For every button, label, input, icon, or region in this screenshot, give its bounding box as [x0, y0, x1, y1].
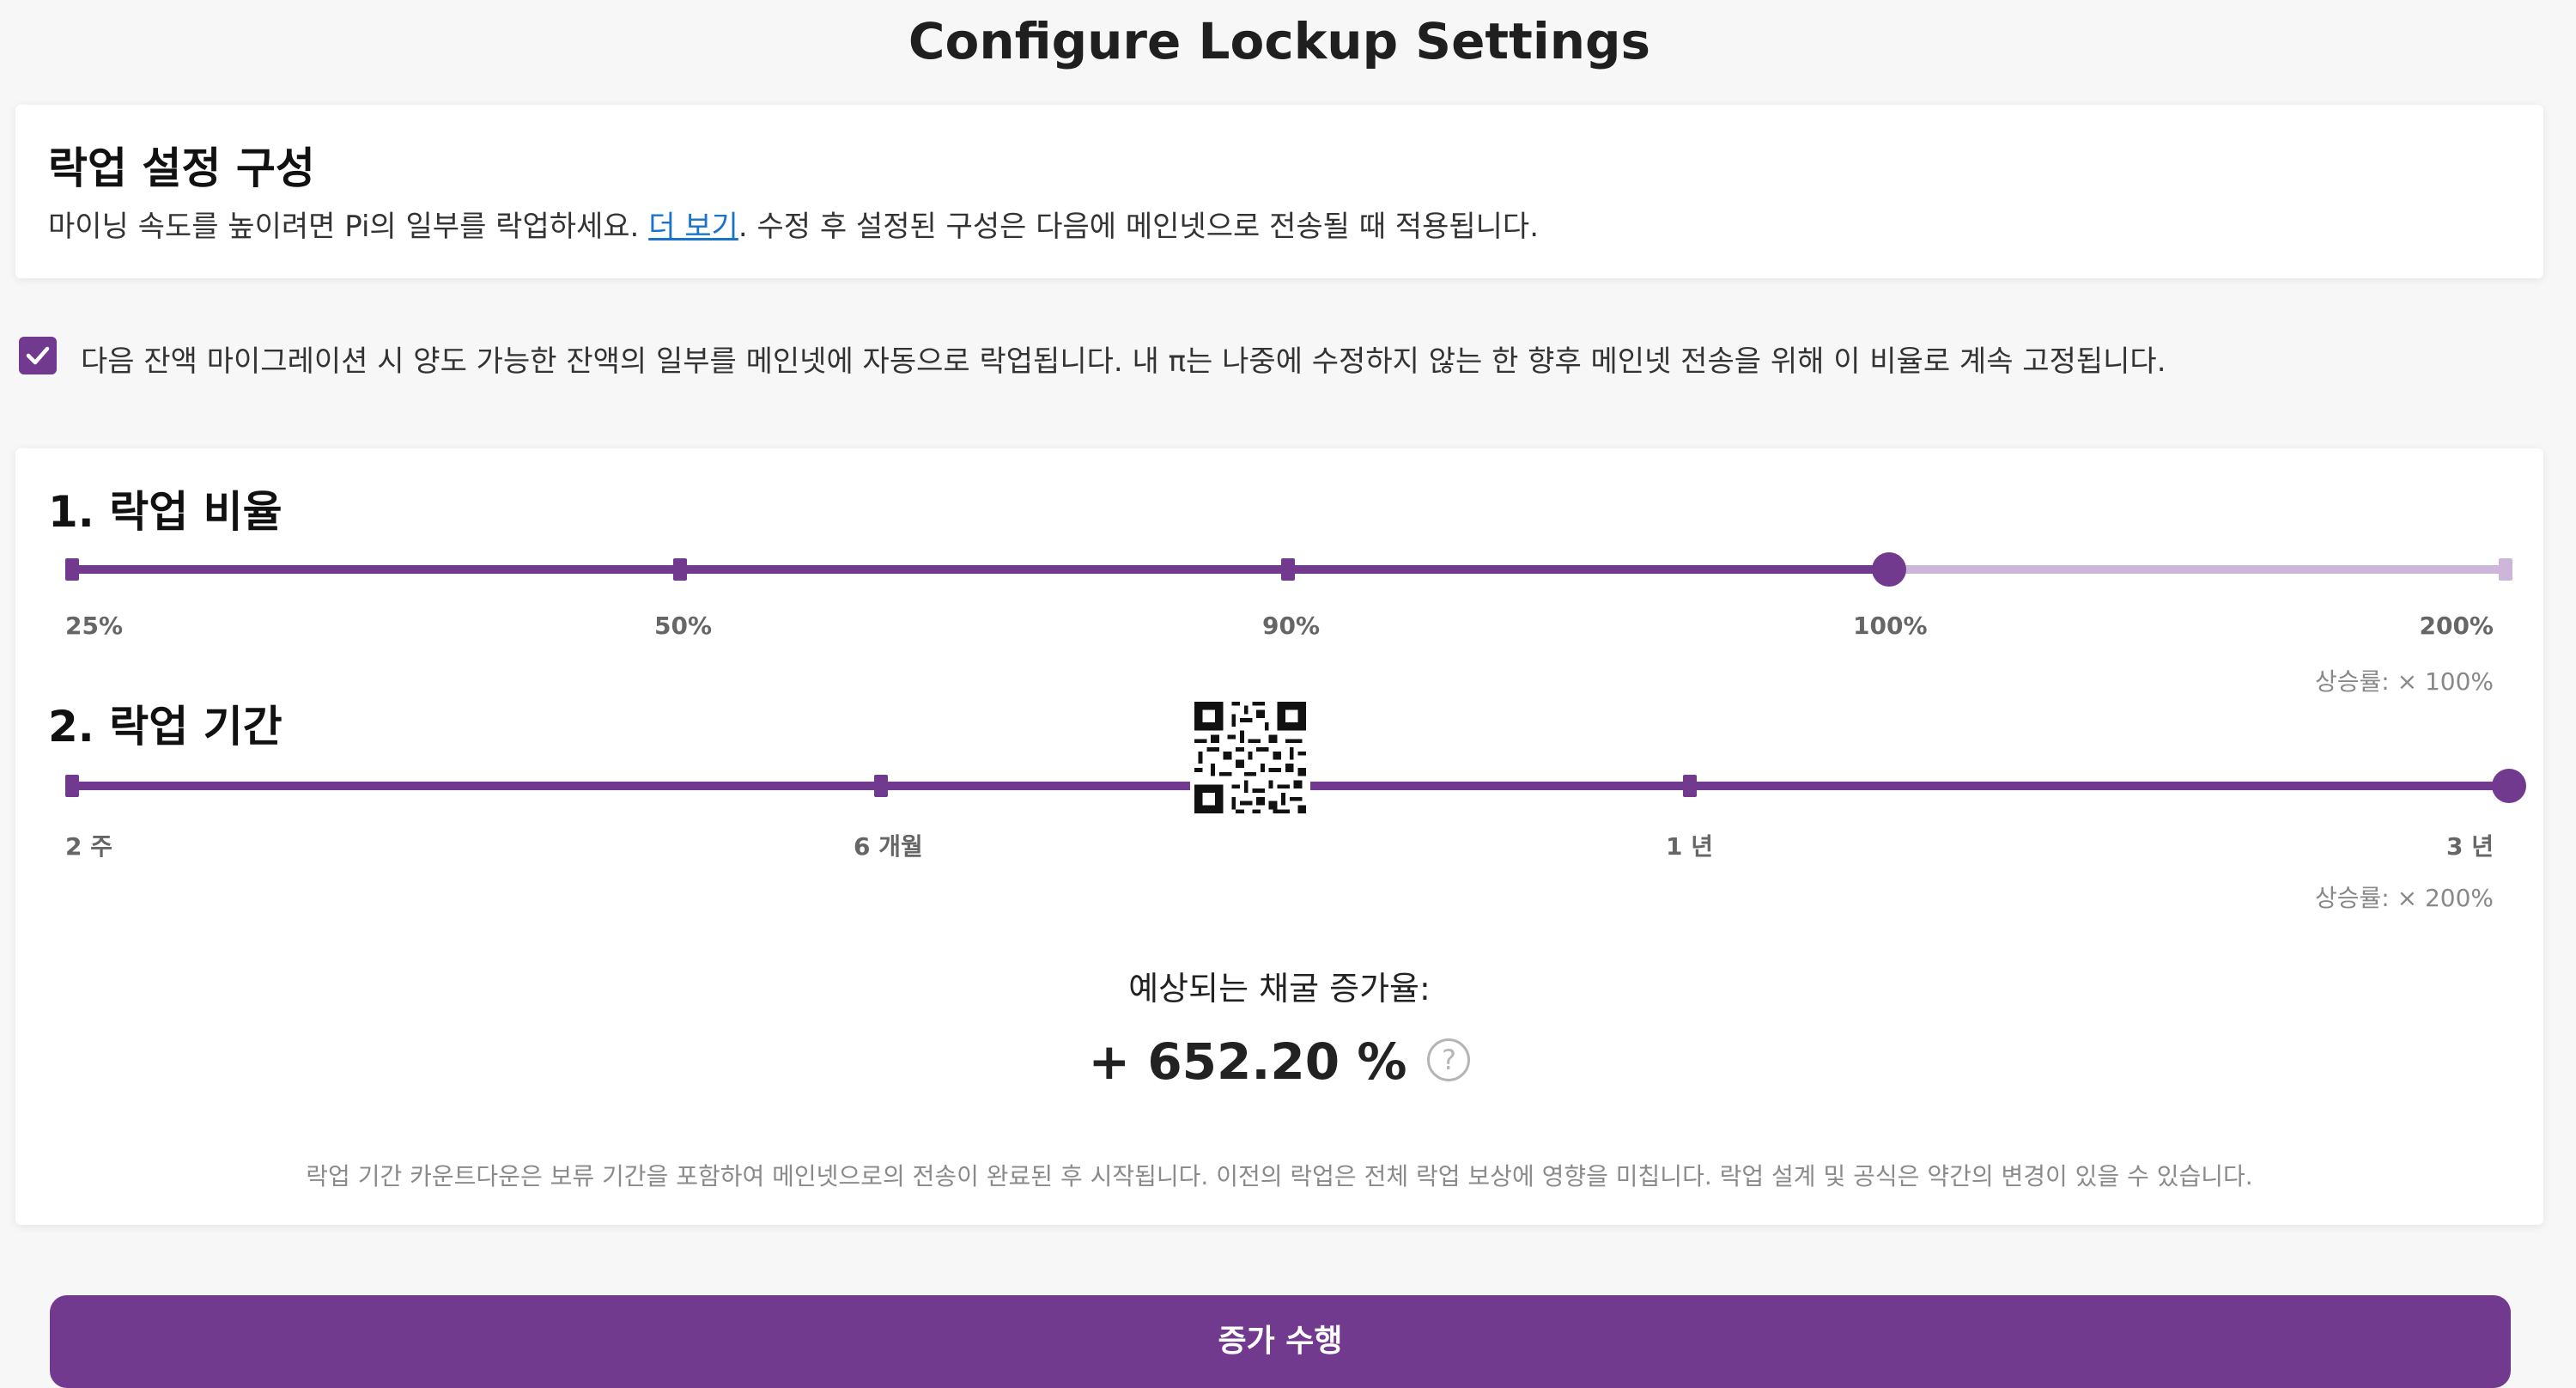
- lockup-duration-title: 2. 락업 기간: [48, 702, 283, 752]
- intro-text-after: . 수정 후 설정된 구성은 다음에 메인넷으로 전송될 때 적용됩니다.: [738, 210, 1540, 244]
- intro-text-before: 마이닝 속도를 높이려면 Pi의 일부를 락업하세요.: [48, 210, 649, 244]
- ratio-label-100: 100%: [1853, 612, 1928, 640]
- ratio-slider-thumb[interactable]: [1872, 552, 1906, 587]
- intro-description: 마이닝 속도를 높이려면 Pi의 일부를 락업하세요. 더 보기. 수정 후 설…: [48, 203, 1539, 245]
- duration-label-3y: 3 년: [2446, 832, 2494, 861]
- lockup-ratio-title: 1. 락업 비율: [48, 487, 283, 537]
- duration-label-2w: 2 주: [65, 832, 112, 861]
- checkmark-icon: [26, 346, 50, 365]
- ratio-label-50: 50%: [654, 612, 713, 640]
- ratio-multiplier: 상승률: × 100%: [2314, 667, 2494, 696]
- duration-slider-thumb[interactable]: [2492, 769, 2526, 803]
- auto-lockup-text: 다음 잔액 마이그레이션 시 양도 가능한 잔액의 일부를 메인넷에 자동으로 …: [81, 344, 2166, 379]
- duration-multiplier: 상승률: × 200%: [2314, 884, 2494, 912]
- ratio-track-filled: [65, 565, 1882, 574]
- learn-more-link[interactable]: 더 보기: [648, 210, 738, 244]
- help-icon[interactable]: ?: [1427, 1038, 1471, 1081]
- duration-label-6m: 6 개월: [854, 832, 923, 861]
- intro-heading: 락업 설정 구성: [48, 143, 315, 193]
- expected-increase-label: 예상되는 채굴 증가율:: [1128, 970, 1431, 1008]
- duration-tick[interactable]: [874, 775, 888, 797]
- ratio-label-200: 200%: [2419, 612, 2494, 640]
- perform-increase-button[interactable]: 증가 수행: [50, 1295, 2511, 1388]
- auto-lockup-checkbox[interactable]: [19, 337, 57, 374]
- ratio-tick[interactable]: [2499, 558, 2512, 581]
- duration-label-1y: 1 년: [1666, 832, 1713, 861]
- expected-increase-value-row: + 652.20 %?: [15, 1032, 2543, 1091]
- expected-increase-value: + 652.20 %: [1088, 1032, 1407, 1091]
- lockup-footnote: 락업 기간 카운트다운은 보류 기간을 포함하여 메인넷으로의 전송이 완료된 …: [306, 1162, 2253, 1190]
- qr-code-image: [1190, 697, 1310, 818]
- ratio-track-remaining: [1882, 565, 2509, 574]
- duration-tick[interactable]: [65, 775, 79, 797]
- ratio-label-90: 90%: [1262, 612, 1321, 640]
- ratio-label-25: 25%: [65, 612, 124, 640]
- ratio-tick[interactable]: [673, 558, 687, 581]
- ratio-tick[interactable]: [1281, 558, 1295, 581]
- intro-card: 락업 설정 구성 마이닝 속도를 높이려면 Pi의 일부를 락업하세요. 더 보…: [15, 105, 2543, 278]
- duration-tick[interactable]: [1683, 775, 1697, 797]
- ratio-tick[interactable]: [65, 558, 79, 581]
- page-title: Configure Lockup Settings: [908, 12, 1651, 70]
- settings-card: 1. 락업 비율 25% 50% 90% 100% 200% 상승률: × 10…: [15, 448, 2543, 1225]
